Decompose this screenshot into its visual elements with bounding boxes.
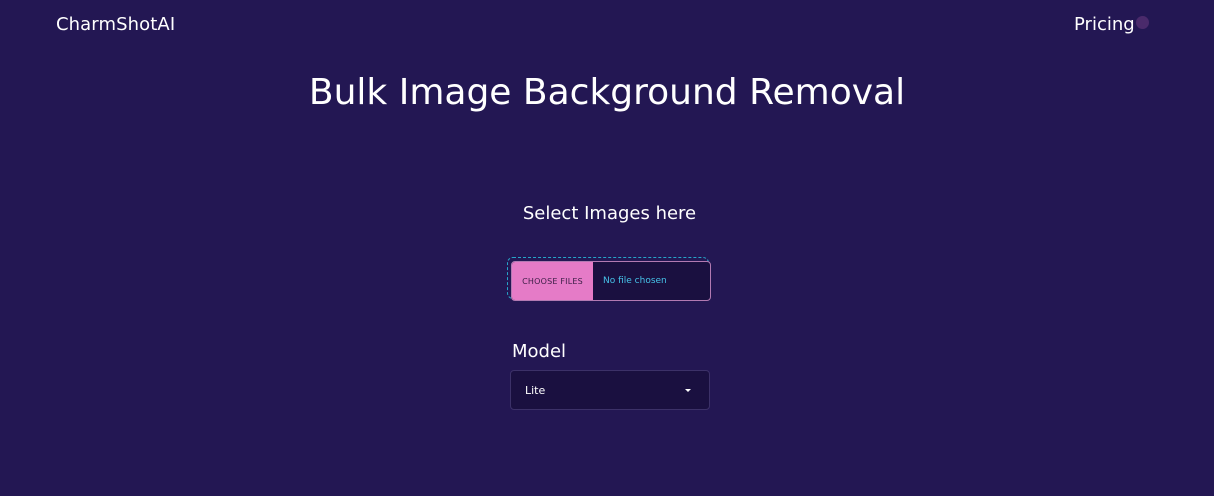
file-dropzone[interactable]: CHOOSE FILES No file chosen: [507, 257, 711, 301]
upload-section-label: Select Images here: [522, 203, 697, 224]
caret-down-icon: [685, 389, 691, 392]
file-status-text: No file chosen: [603, 276, 667, 286]
choose-files-button[interactable]: CHOOSE FILES: [512, 262, 593, 300]
model-select[interactable]: Lite: [510, 370, 710, 410]
page: CharmShotAI Pricing Bulk Image Backgroun…: [0, 0, 1214, 496]
brand-logo-link[interactable]: CharmShotAI: [56, 14, 175, 35]
model-label: Model: [512, 341, 567, 362]
notification-dot-icon: [1136, 16, 1149, 29]
page-title: Bulk Image Background Removal: [308, 72, 906, 113]
nav-pricing-link[interactable]: Pricing: [1074, 14, 1135, 35]
model-selected-value: Lite: [525, 383, 546, 397]
file-input[interactable]: CHOOSE FILES No file chosen: [511, 261, 711, 301]
